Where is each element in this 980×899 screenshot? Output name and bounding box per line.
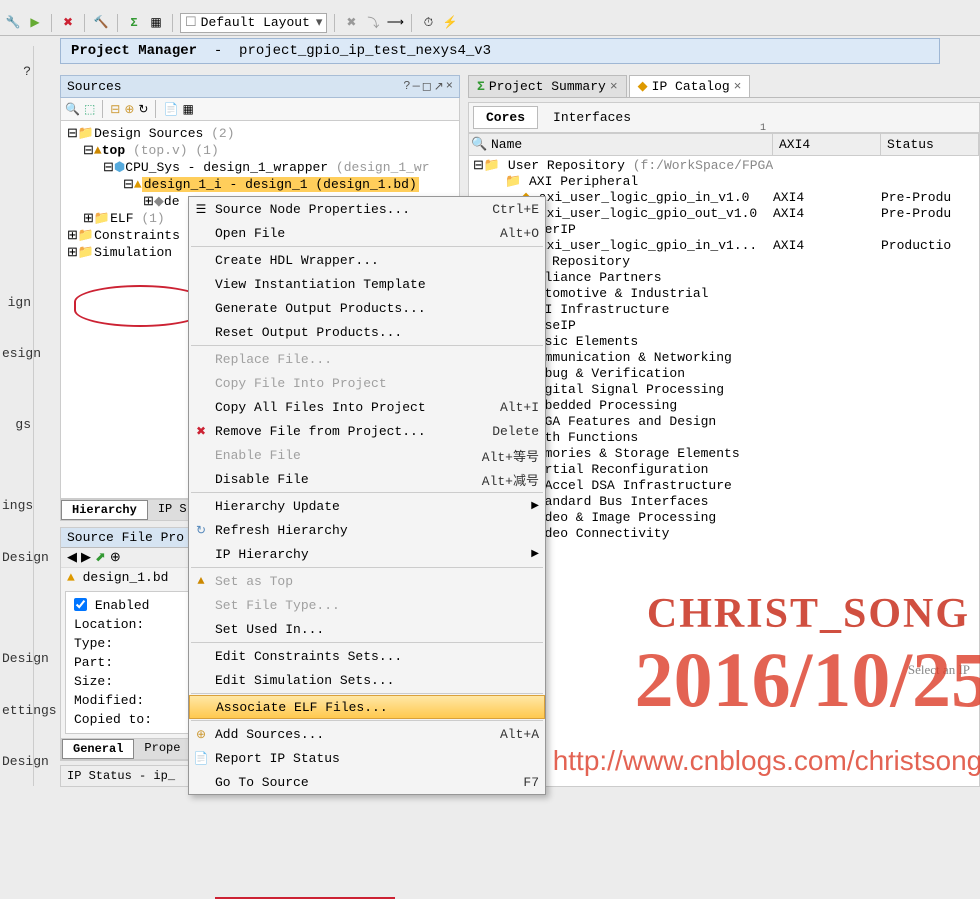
properties-tab[interactable]: Prope [134, 739, 191, 759]
wrench-icon[interactable]: 🔨 [92, 14, 110, 32]
user-repository-row[interactable]: ⊟📁 User Repository (f:/WorkSpace/FPGA/ip… [469, 158, 979, 174]
menu-item[interactable]: Associate ELF Files... [189, 695, 545, 719]
project-summary-tab[interactable]: Σ Project Summary × [468, 75, 627, 97]
close-tab-icon[interactable]: × [734, 79, 742, 94]
menu-item[interactable]: Create HDL Wrapper... [189, 248, 545, 272]
menu-item[interactable]: Copy All Files Into ProjectAlt+I [189, 395, 545, 419]
maximize-icon[interactable]: ↗ [434, 79, 444, 94]
pin-icon[interactable]: ⤵ [364, 14, 382, 32]
ip-grid-header: 🔍 Name 1 AXI4 Status [468, 133, 980, 156]
ip-catalog-tab[interactable]: ◆ IP Catalog × [629, 75, 751, 97]
right-tabs: Σ Project Summary × ◆ IP Catalog × [468, 75, 980, 98]
doc-icon[interactable]: 📄 [163, 102, 178, 117]
menu-item[interactable]: ☰Source Node Properties...Ctrl+E [189, 197, 545, 221]
close-tab-icon[interactable]: × [610, 79, 618, 94]
left-sidebar-strip: ? ign esign gs ings Design Design etting… [0, 46, 34, 786]
nav-back-icon[interactable]: ◀ [67, 550, 77, 565]
menu-item: Enable FileAlt+等号 [189, 443, 545, 467]
nav-open-icon[interactable]: ⬈ [95, 550, 106, 565]
menu-item: Replace File... [189, 347, 545, 371]
project-manager-bar: Project Manager - project_gpio_ip_test_n… [60, 38, 940, 64]
menu-item: ▲Set as Top [189, 569, 545, 593]
menu-item[interactable]: Disable FileAlt+减号 [189, 467, 545, 491]
menu-item[interactable]: IP Hierarchy▶ [189, 542, 545, 566]
design-sources-node[interactable]: ⊟📁Design Sources (2) [63, 125, 457, 142]
close-panel-icon[interactable]: × [446, 79, 453, 94]
sources-toolbar: 🔍 ⬚ ⊟ ⊕ ↻ 📄 ▦ [60, 98, 460, 121]
sigma-icon[interactable]: Σ [125, 14, 143, 32]
cancel-icon[interactable]: ✖ [59, 14, 77, 32]
menu-item[interactable]: Go To SourceF7 [189, 770, 545, 794]
menu-item[interactable]: Open FileAlt+O [189, 221, 545, 245]
add-sources-icon[interactable]: ⊕ [124, 102, 134, 117]
view-icon[interactable]: ✖ [342, 14, 360, 32]
menu-item[interactable]: View Instantiation Template [189, 272, 545, 296]
nav-fwd-icon[interactable]: ▶ [81, 550, 91, 565]
menu-item[interactable]: 📄Report IP Status [189, 746, 545, 770]
grid-icon[interactable]: ▦ [182, 102, 193, 117]
nav-icon[interactable]: ⟶ [386, 14, 404, 32]
top-node[interactable]: ⊟▲top (top.v) (1) [63, 142, 457, 159]
box-icon[interactable]: ▦ [147, 14, 165, 32]
enabled-checkbox[interactable] [74, 598, 87, 611]
menu-item[interactable]: Reset Output Products... [189, 320, 545, 344]
ip-folder-row[interactable]: 📁 AXI Peripheral [469, 174, 979, 190]
menu-item[interactable]: Generate Output Products... [189, 296, 545, 320]
search-icon[interactable]: 🔍 [65, 102, 80, 117]
ip-subtabs: Cores Interfaces [468, 102, 980, 133]
menu-item[interactable]: ⊕Add Sources...Alt+A [189, 722, 545, 746]
tree-icon[interactable]: ⬚ [84, 102, 95, 117]
main-toolbar: 🔧 ▶ ✖ 🔨 Σ ▦ ☐ Default Layout ▾ ✖ ⤵ ⟶ ⏱ ⚡ [0, 10, 980, 36]
general-tab[interactable]: General [62, 739, 134, 759]
select-ip-hint: Select an IP [908, 662, 970, 678]
hierarchy-tab[interactable]: Hierarchy [61, 500, 148, 520]
power-icon[interactable]: ⚡ [441, 14, 459, 32]
context-menu[interactable]: ☰Source Node Properties...Ctrl+EOpen Fil… [188, 196, 546, 795]
menu-item[interactable]: Set Used In... [189, 617, 545, 641]
clock-icon[interactable]: ⏱ [419, 14, 437, 32]
help-icon[interactable]: ? [403, 79, 410, 94]
collapse-icon[interactable]: ⊟ [110, 102, 120, 117]
refresh-tree-icon[interactable]: ↻ [138, 102, 148, 117]
cpu-sys-node[interactable]: ⊟⬢CPU_Sys - design_1_wrapper (design_1_w… [63, 159, 457, 176]
nav-add-icon[interactable]: ⊕ [110, 550, 121, 565]
menu-item[interactable]: ↻Refresh Hierarchy [189, 518, 545, 542]
design1-instance-node[interactable]: ⊟▲design_1_i - design_1 (design_1.bd) [63, 176, 457, 193]
minimize-icon[interactable]: — [413, 79, 420, 94]
toolbar-icon[interactable]: 🔧 [4, 14, 22, 32]
menu-item[interactable]: Edit Constraints Sets... [189, 644, 545, 668]
menu-item[interactable]: Hierarchy Update▶ [189, 494, 545, 518]
interfaces-tab[interactable]: Interfaces [540, 106, 644, 129]
restore-icon[interactable]: ◻ [422, 79, 432, 94]
menu-item[interactable]: Edit Simulation Sets... [189, 668, 545, 692]
cores-tab[interactable]: Cores [473, 106, 538, 129]
run-icon[interactable]: ▶ [26, 14, 44, 32]
menu-item: Set File Type... [189, 593, 545, 617]
layout-selector[interactable]: ☐ Default Layout ▾ [180, 13, 327, 33]
menu-item: Copy File Into Project [189, 371, 545, 395]
menu-item[interactable]: ✖Remove File from Project...Delete [189, 419, 545, 443]
sources-panel-title: Sources ? — ◻ ↗ × [60, 75, 460, 98]
